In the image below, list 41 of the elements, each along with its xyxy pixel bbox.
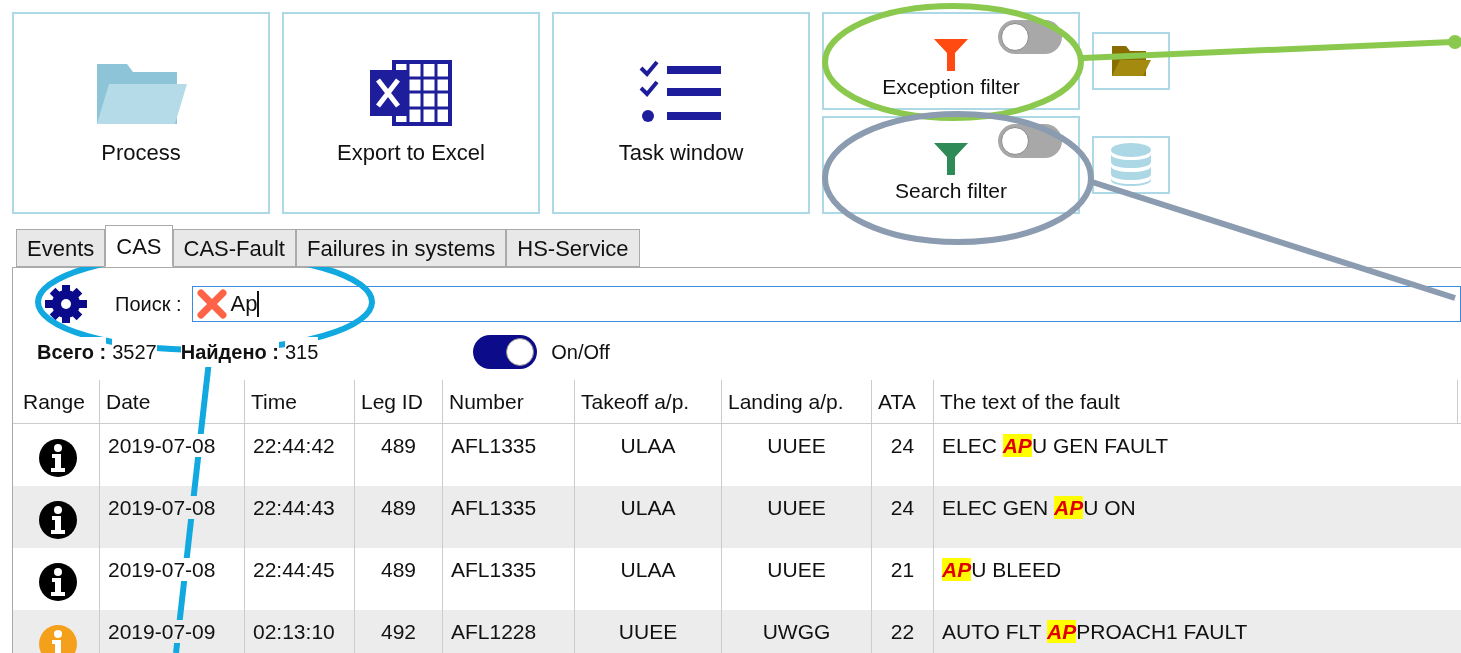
search-label: Поиск : — [115, 292, 182, 317]
toolbar-button[interactable]: Export to Excel — [282, 12, 540, 214]
search-field[interactable]: Ap — [191, 286, 1461, 322]
tab[interactable]: Events — [16, 229, 106, 267]
funnel-icon — [934, 142, 968, 175]
icon-button[interactable] — [1092, 136, 1170, 194]
table-cell: 2019-07-08 — [108, 496, 216, 519]
toggle-switch[interactable] — [998, 124, 1062, 158]
table-cell: 2019-07-08 — [108, 434, 216, 457]
info-icon — [38, 438, 78, 478]
tab[interactable]: Failures in systems — [296, 229, 507, 267]
toggle-switch[interactable] — [998, 20, 1062, 54]
toolbar-button[interactable]: Process — [12, 12, 270, 214]
filter-button[interactable]: Exception filter — [822, 12, 1080, 110]
field-value: Ap — [230, 291, 260, 317]
column-header[interactable]: ATA — [872, 380, 934, 423]
info-icon — [38, 562, 78, 602]
tab[interactable]: CAS-Fault — [172, 229, 296, 267]
table-cell: 2019-07-08 — [108, 558, 216, 581]
column-header[interactable]: Landing a/p. — [722, 380, 872, 423]
database-icon — [1109, 142, 1153, 188]
toolbar-button[interactable]: Task window — [552, 12, 810, 214]
column-header[interactable]: Date — [100, 380, 245, 423]
info-icon — [38, 624, 78, 653]
column-header[interactable]: Leg ID — [355, 380, 443, 423]
clear-icon[interactable] — [196, 289, 227, 319]
column-header[interactable]: Number — [443, 380, 575, 423]
filter-button[interactable]: Search filter — [822, 116, 1080, 214]
tab[interactable]: CAS — [105, 225, 173, 267]
spreadsheet-icon — [368, 57, 454, 128]
info-icon — [38, 500, 78, 540]
tab[interactable]: HS-Service — [506, 229, 640, 267]
table-cell: 2019-07-09 — [108, 620, 216, 643]
column-header[interactable]: Time — [245, 380, 355, 423]
toggle-switch[interactable] — [473, 335, 538, 369]
column-header[interactable]: Takeoff a/p. — [575, 380, 722, 423]
icon-button[interactable] — [1092, 32, 1170, 90]
column-header[interactable]: The text of the fault — [934, 380, 1458, 423]
toggle-label: On/Off — [551, 340, 610, 365]
column-header[interactable]: Range — [17, 380, 100, 423]
funnel-icon — [934, 38, 968, 71]
